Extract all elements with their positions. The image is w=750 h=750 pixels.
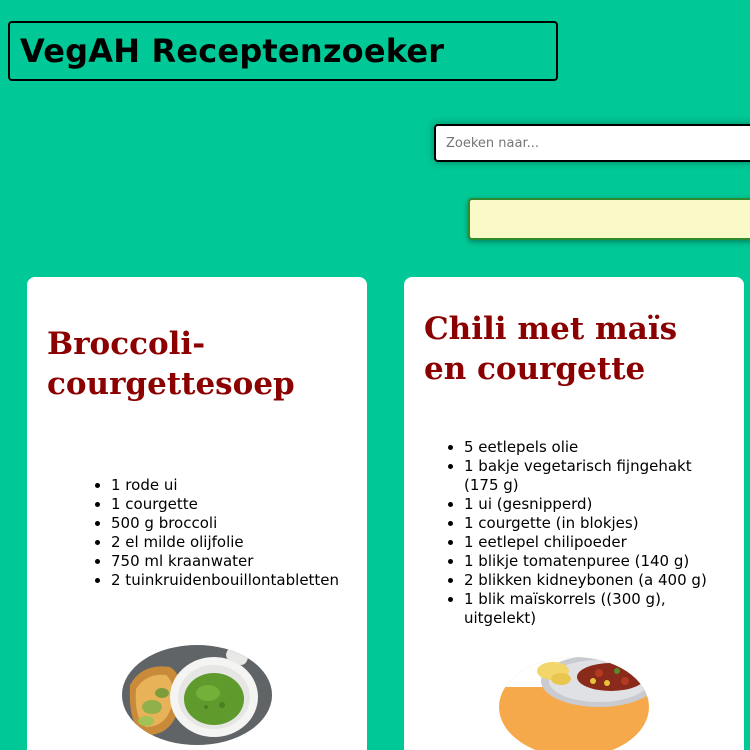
ingredient-list: 5 eetlepels olie 1 bakje vegetarisch fij…	[444, 438, 728, 628]
ingredient-item: 1 bakje vegetarisch fijngehakt (175 g)	[464, 457, 728, 495]
ingredient-item: 1 courgette (in blokjes)	[464, 514, 728, 533]
ingredient-item: 1 eetlepel chilipoeder	[464, 533, 728, 552]
ingredient-item: 1 ui (gesnipperd)	[464, 495, 728, 514]
ingredient-item: 750 ml kraanwater	[111, 552, 347, 571]
ingredient-item: 1 courgette	[111, 495, 347, 514]
chili-dish-illustration	[499, 657, 649, 750]
ingredient-item: 500 g broccoli	[111, 514, 347, 533]
broccoli-soup-illustration	[122, 645, 272, 745]
ingredient-item: 1 blikje tomatenpuree (140 g)	[464, 552, 728, 571]
chili-dish-image	[499, 657, 649, 750]
ingredient-item: 5 eetlepels olie	[464, 438, 728, 457]
recipe-card: Broccoli-courgettesoep 1 rode ui 1 courg…	[27, 277, 367, 750]
broccoli-soup-image	[122, 645, 272, 745]
ingredient-item: 1 rode ui	[111, 476, 347, 495]
app-title: VegAH Receptenzoeker	[20, 32, 445, 70]
app-header: VegAH Receptenzoeker	[8, 21, 558, 81]
ingredient-list: 1 rode ui 1 courgette 500 g broccoli 2 e…	[91, 476, 347, 590]
recipe-title: Chili met maïs en courgette	[424, 311, 678, 387]
search-results-box	[468, 198, 750, 240]
ingredient-item: 2 blikken kidneybonen (a 400 g)	[464, 571, 728, 590]
recipe-card: Chili met maïs en courgette 5 eetlepels …	[404, 277, 744, 750]
ingredient-item: 1 blik maïskorrels ((300 g), uitgelekt)	[464, 590, 728, 628]
ingredient-item: 2 tuinkruidenbouillontabletten	[111, 571, 347, 590]
recipe-title: Broccoli-courgettesoep	[47, 326, 295, 402]
ingredient-item: 2 el milde olijfolie	[111, 533, 347, 552]
search-input[interactable]	[434, 124, 750, 162]
app-root: VegAH Receptenzoeker Broccoli-courgettes…	[0, 0, 750, 750]
